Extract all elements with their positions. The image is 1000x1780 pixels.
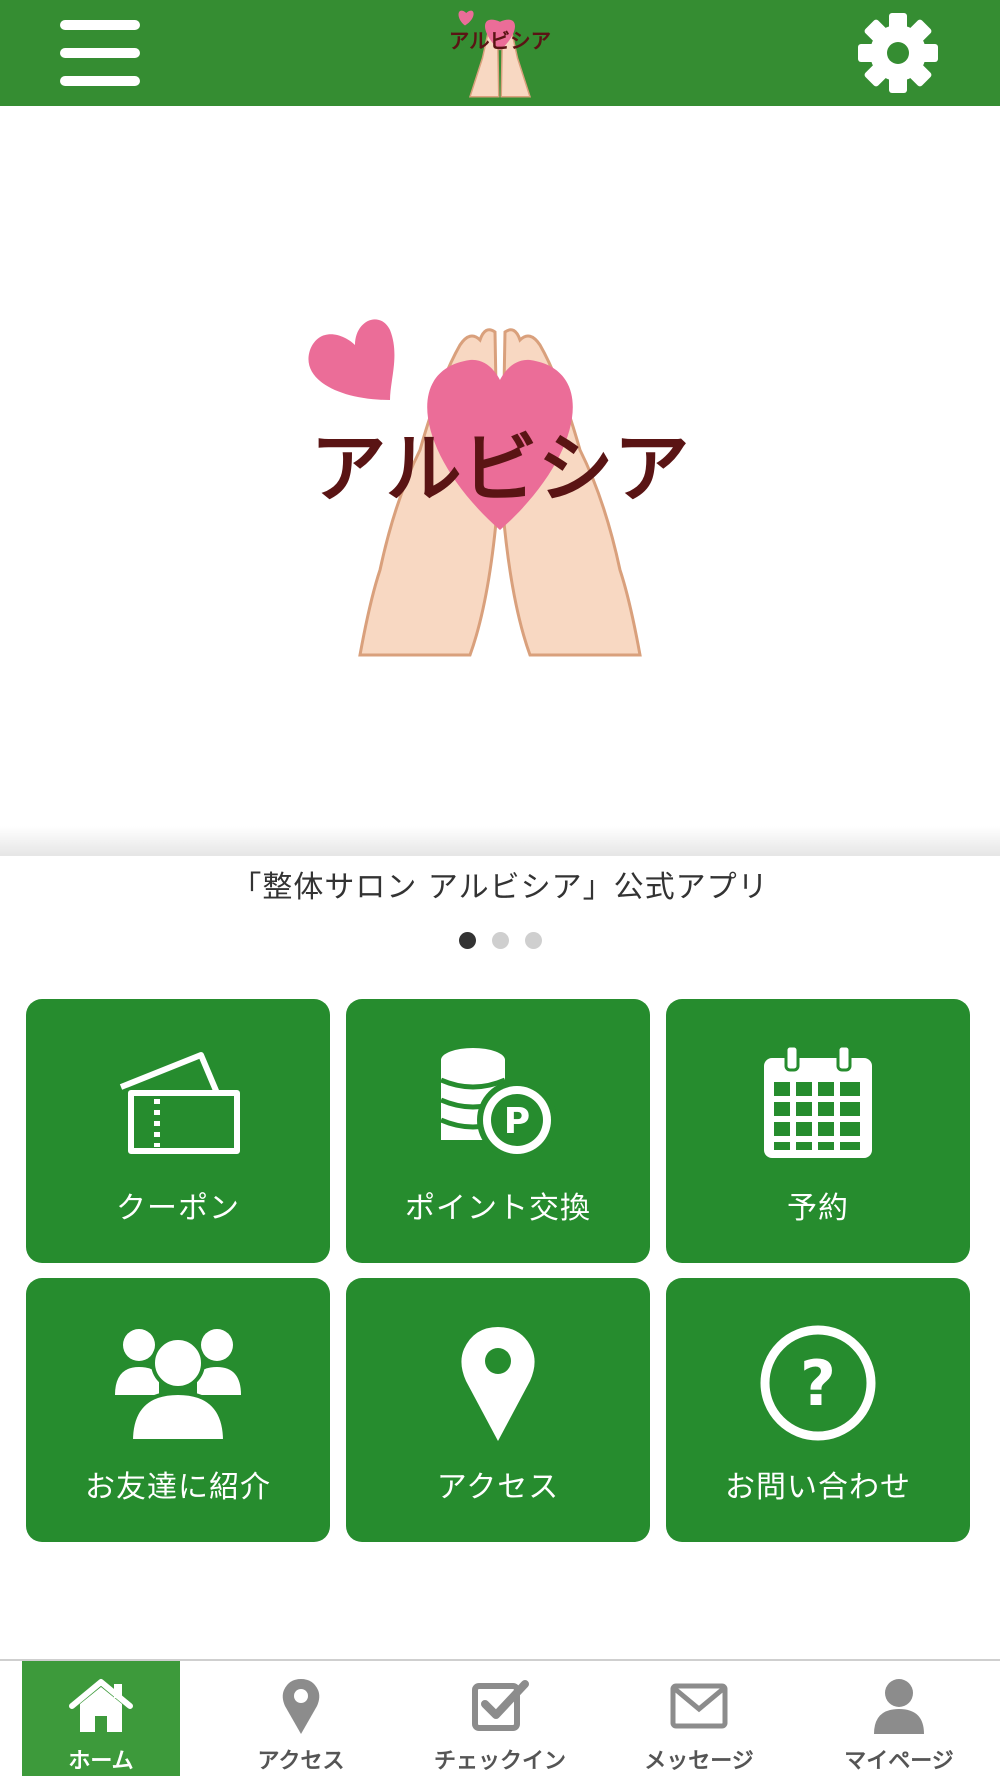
menu-button[interactable]	[58, 18, 144, 90]
point-exchange-tile[interactable]: P ポイント交換	[346, 999, 650, 1263]
nav-item-access-label: アクセス	[257, 1749, 345, 1774]
point-exchange-tile-label: ポイント交換	[405, 1191, 591, 1226]
nav-item-checkin-label: チェックイン	[433, 1749, 566, 1774]
svg-text:?: ?	[800, 1347, 836, 1420]
nav-item-access[interactable]: アクセス	[222, 1661, 380, 1776]
coin-points-icon: P	[439, 1048, 557, 1160]
home-icon	[69, 1679, 133, 1732]
calendar-icon	[764, 1044, 872, 1158]
hero-caption: 「整体サロン アルビシア」公式アプリ	[231, 870, 769, 905]
top-app-bar: アルビシア	[0, 0, 1000, 106]
app-logo-text: アルビシア	[449, 29, 551, 53]
nav-item-message[interactable]: メッセージ	[620, 1661, 778, 1776]
map-pin-icon	[282, 1679, 320, 1734]
bottom-navigation: ホーム アクセス チェックイン メッセージ マイページ	[0, 1659, 1000, 1780]
contact-tile-label: お問い合わせ	[725, 1470, 911, 1505]
access-tile[interactable]: アクセス	[346, 1278, 650, 1542]
nav-item-home-label: ホーム	[68, 1749, 134, 1774]
users-group-icon	[115, 1329, 241, 1443]
coupon-tile[interactable]: クーポン	[26, 999, 330, 1263]
envelope-icon	[670, 1683, 728, 1729]
hero-logo-image: アルビシア	[308, 319, 690, 657]
refer-friend-tile-label: お友達に紹介	[85, 1470, 271, 1505]
hero-divider-shadow	[0, 826, 1000, 856]
nav-item-home[interactable]: ホーム	[22, 1661, 180, 1776]
ticket-icon	[119, 1052, 240, 1154]
hero-logo-text: アルビシア	[310, 424, 689, 513]
contact-tile[interactable]: ? お問い合わせ	[666, 1278, 970, 1542]
reservation-tile[interactable]: 予約	[666, 999, 970, 1263]
reservation-tile-label: 予約	[787, 1191, 849, 1226]
nav-item-mypage[interactable]: マイページ	[820, 1661, 978, 1776]
gear-icon	[858, 13, 938, 93]
checkbox-icon	[472, 1680, 529, 1731]
question-circle-icon: ?	[760, 1325, 876, 1441]
carousel-dot[interactable]	[458, 932, 476, 949]
coupon-tile-label: クーポン	[116, 1191, 240, 1226]
settings-button[interactable]	[855, 10, 941, 96]
access-tile-label: アクセス	[436, 1470, 560, 1505]
carousel-indicator	[0, 932, 1000, 953]
carousel-dot[interactable]	[491, 932, 509, 949]
nav-item-checkin[interactable]: チェックイン	[421, 1661, 579, 1776]
hero-carousel[interactable]: アルビシア	[0, 106, 1000, 856]
svg-text:P: P	[504, 1101, 530, 1142]
user-icon	[874, 1679, 924, 1734]
carousel-dot[interactable]	[524, 932, 542, 949]
refer-friend-tile[interactable]: お友達に紹介	[26, 1278, 330, 1542]
nav-item-message-label: メッセージ	[644, 1749, 754, 1774]
map-pin-icon	[461, 1327, 535, 1441]
nav-item-mypage-label: マイページ	[844, 1749, 954, 1774]
app-logo: アルビシア	[449, 10, 551, 98]
